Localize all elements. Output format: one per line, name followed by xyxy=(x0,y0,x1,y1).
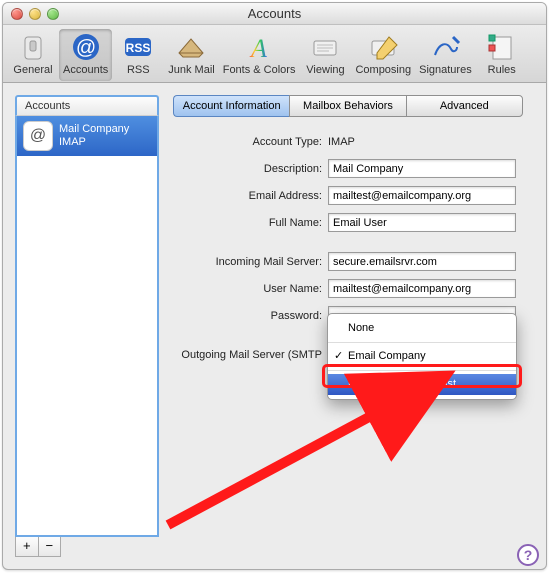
at-icon: @ xyxy=(23,121,53,151)
svg-text:@: @ xyxy=(75,37,95,59)
menu-separator xyxy=(328,342,516,343)
toolbar-junk[interactable]: Junk Mail xyxy=(164,29,218,81)
tab-advanced[interactable]: Advanced xyxy=(406,95,523,117)
switch-icon xyxy=(17,31,49,63)
titlebar: Accounts xyxy=(3,3,546,25)
menu-item-edit-smtp[interactable]: Edit SMTP Server List… xyxy=(328,374,516,395)
window-title: Accounts xyxy=(3,6,546,21)
window-controls xyxy=(3,8,59,20)
remove-account-button[interactable]: − xyxy=(39,537,61,556)
settings-pane: Account Information Mailbox Behaviors Ad… xyxy=(173,95,534,557)
description-field[interactable] xyxy=(328,159,516,178)
toolbar-rules[interactable]: Rules xyxy=(476,29,528,81)
incoming-server-field[interactable] xyxy=(328,252,516,271)
junk-icon xyxy=(175,31,207,63)
rules-icon xyxy=(486,31,518,63)
fonts-icon: A xyxy=(243,31,275,63)
toolbar-fonts[interactable]: A Fonts & Colors xyxy=(219,29,300,81)
at-icon: @ xyxy=(70,31,102,63)
tab-mailbox-behaviors[interactable]: Mailbox Behaviors xyxy=(289,95,405,117)
prefs-toolbar: General @ Accounts RSS RSS Junk Mail A F… xyxy=(3,25,546,83)
label-incoming: Incoming Mail Server: xyxy=(173,256,328,268)
preferences-window: Accounts General @ Accounts RSS RSS Junk… xyxy=(2,2,547,570)
label-smtp: Outgoing Mail Server (SMTP xyxy=(173,349,328,361)
smtp-dropdown-menu: None Email Company Edit SMTP Server List… xyxy=(327,313,517,400)
account-text: Mail Company IMAP xyxy=(59,123,129,149)
toolbar-viewing[interactable]: Viewing xyxy=(299,29,351,81)
label-account-type: Account Type: xyxy=(173,136,328,148)
minimize-window-button[interactable] xyxy=(29,8,41,20)
accounts-list[interactable]: @ Mail Company IMAP xyxy=(15,115,159,537)
sidebar-buttons: + − xyxy=(15,537,61,557)
fullname-field[interactable] xyxy=(328,213,516,232)
zoom-window-button[interactable] xyxy=(47,8,59,20)
pane-tabs: Account Information Mailbox Behaviors Ad… xyxy=(173,95,523,117)
toolbar-rss[interactable]: RSS RSS xyxy=(112,29,164,81)
account-name: Mail Company xyxy=(59,123,129,136)
svg-text:A: A xyxy=(249,34,267,63)
viewing-icon xyxy=(309,31,341,63)
signatures-icon xyxy=(429,31,461,63)
username-field[interactable] xyxy=(328,279,516,298)
label-email: Email Address: xyxy=(173,190,328,202)
email-field[interactable] xyxy=(328,186,516,205)
label-description: Description: xyxy=(173,163,328,175)
account-protocol: IMAP xyxy=(59,136,129,149)
tab-account-info[interactable]: Account Information xyxy=(173,95,289,117)
toolbar-signatures[interactable]: Signatures xyxy=(415,29,476,81)
add-account-button[interactable]: + xyxy=(16,537,39,556)
toolbar-general[interactable]: General xyxy=(7,29,59,81)
accounts-sidebar: Accounts @ Mail Company IMAP + − xyxy=(15,95,159,557)
menu-separator xyxy=(328,370,516,371)
sidebar-header: Accounts xyxy=(15,95,159,115)
account-row[interactable]: @ Mail Company IMAP xyxy=(17,116,157,156)
label-username: User Name: xyxy=(173,283,328,295)
value-account-type: IMAP xyxy=(328,136,355,148)
content-area: Accounts @ Mail Company IMAP + − Account… xyxy=(3,83,546,569)
svg-text:RSS: RSS xyxy=(126,41,151,55)
label-password: Password: xyxy=(173,310,328,322)
help-button[interactable]: ? xyxy=(517,544,539,566)
toolbar-accounts[interactable]: @ Accounts xyxy=(59,29,112,81)
rss-icon: RSS xyxy=(122,31,154,63)
menu-item-none[interactable]: None xyxy=(328,318,516,339)
menu-item-email-company[interactable]: Email Company xyxy=(328,346,516,367)
close-window-button[interactable] xyxy=(11,8,23,20)
composing-icon xyxy=(367,31,399,63)
toolbar-composing[interactable]: Composing xyxy=(351,29,415,81)
label-fullname: Full Name: xyxy=(173,217,328,229)
